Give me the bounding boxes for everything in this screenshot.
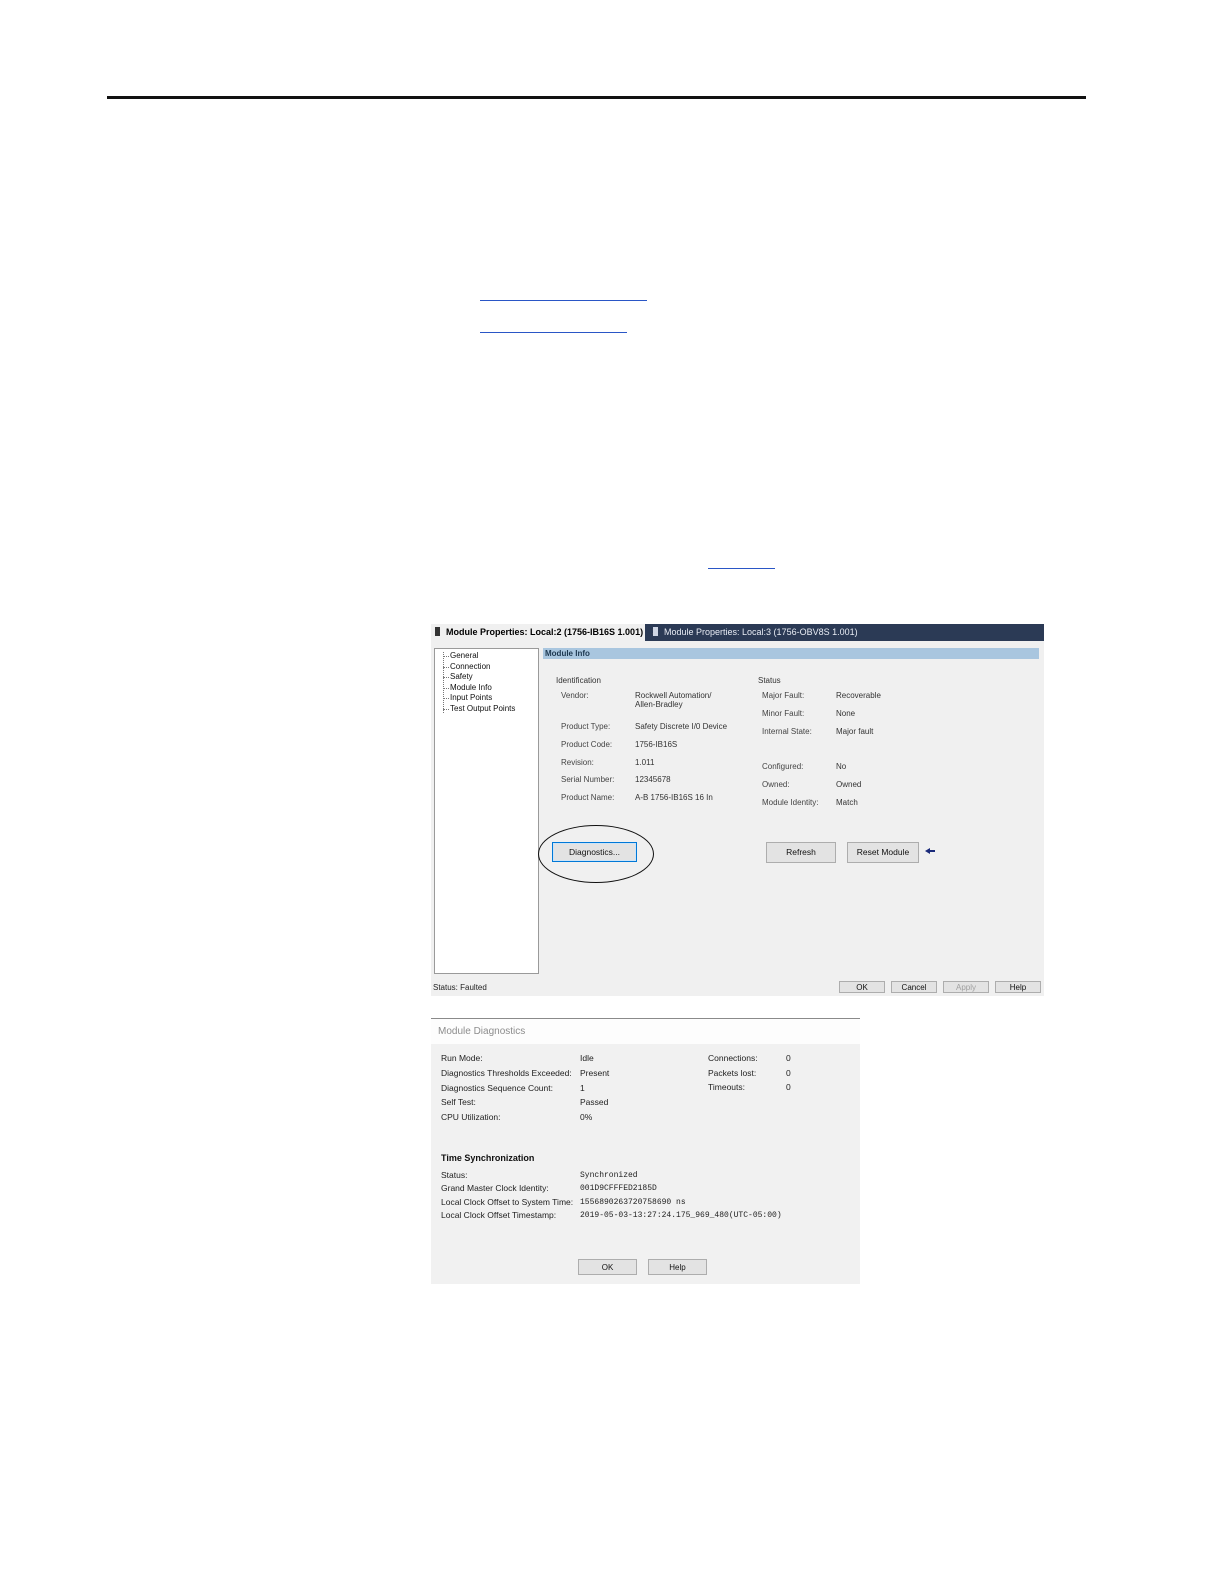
tree-item-safety[interactable]: Safety: [435, 672, 538, 683]
run-mode-value: Idle: [580, 1053, 594, 1063]
apply-button[interactable]: Apply: [943, 981, 989, 993]
revision-value: 1.011: [635, 758, 655, 767]
identification-title: Identification: [556, 676, 601, 685]
tree-item-input-points[interactable]: Input Points: [435, 693, 538, 704]
packets-lost-label: Packets lost:: [708, 1068, 757, 1078]
tree-item-module-info[interactable]: Module Info: [435, 683, 538, 694]
local-clock-offset-timestamp-value: 2019-05-03-13:27:24.175_969_480(UTC-05:0…: [580, 1211, 782, 1220]
module-diagnostics-dialog: Module Diagnostics Run Mode: Idle Diagno…: [431, 1018, 860, 1284]
diagnostics-ok-button[interactable]: OK: [578, 1259, 637, 1275]
module-icon: [653, 627, 658, 636]
tab-bar: Module Properties: Local:2 (1756-IB16S 1…: [431, 624, 1044, 641]
timeouts-value: 0: [786, 1082, 791, 1092]
sync-status-value: Synchronized: [580, 1171, 638, 1180]
product-type-value: Safety Discrete I/0 Device: [635, 722, 728, 731]
document-link-underline[interactable]: [480, 300, 647, 301]
tab-module-properties-local2[interactable]: Module Properties: Local:2 (1756-IB16S 1…: [431, 624, 659, 641]
document-link-underline[interactable]: [480, 332, 627, 333]
module-identity-value: Match: [836, 798, 858, 807]
refresh-button[interactable]: Refresh: [766, 842, 836, 863]
self-test-value: Passed: [580, 1097, 609, 1107]
timeouts-label: Timeouts:: [708, 1082, 746, 1092]
major-fault-label: Major Fault:: [762, 691, 805, 700]
owned-label: Owned:: [762, 780, 790, 789]
local-clock-offset-timestamp-label: Local Clock Offset Timestamp:: [441, 1210, 557, 1220]
minor-fault-value: None: [836, 709, 856, 718]
serial-number-value: 12345678: [635, 775, 671, 784]
vendor-value: Rockwell Automation/: [635, 691, 712, 700]
diagnostics-sequence-count-value: 1: [580, 1083, 585, 1093]
local-clock-offset-label: Local Clock Offset to System Time:: [441, 1197, 574, 1207]
tab-label: Module Properties: Local:3 (1756-OBV8S 1…: [664, 627, 858, 637]
section-header: Module Info: [543, 648, 1039, 659]
cancel-button[interactable]: Cancel: [891, 981, 937, 993]
cpu-utilization-label: CPU Utilization:: [441, 1112, 501, 1122]
major-fault-value: Recoverable: [836, 691, 881, 700]
sync-status-label: Status:: [441, 1170, 468, 1180]
tree-item-test-output-points[interactable]: Test Output Points: [435, 704, 538, 715]
reset-module-button[interactable]: Reset Module: [847, 842, 919, 863]
connections-value: 0: [786, 1053, 791, 1063]
status-title: Status: [758, 676, 781, 685]
help-button[interactable]: Help: [995, 981, 1041, 993]
page-header-rule: [107, 96, 1086, 99]
category-tree: General Connection Safety Module Info In…: [434, 648, 539, 974]
status-bar-text: Status: Faulted: [433, 983, 487, 992]
tab-label: Module Properties: Local:2 (1756-IB16S 1…: [446, 627, 644, 637]
diagnostics-sequence-count-label: Diagnostics Sequence Count:: [441, 1083, 553, 1093]
tree-item-connection[interactable]: Connection: [435, 662, 538, 673]
internal-state-value: Major fault: [836, 727, 874, 736]
diagnostics-thresholds-label: Diagnostics Thresholds Exceeded:: [441, 1068, 572, 1078]
vendor-label: Vendor:: [561, 691, 589, 700]
run-mode-label: Run Mode:: [441, 1053, 483, 1063]
configured-label: Configured:: [762, 762, 804, 771]
owned-value: Owned: [836, 780, 862, 789]
arrow-left-icon: [925, 848, 935, 854]
tree-item-general[interactable]: General: [435, 651, 538, 662]
product-type-label: Product Type:: [561, 722, 611, 731]
document-link-underline[interactable]: [708, 568, 775, 569]
serial-number-label: Serial Number:: [561, 775, 615, 784]
diagnostics-thresholds-value: Present: [580, 1068, 610, 1078]
self-test-label: Self Test:: [441, 1097, 476, 1107]
time-synchronization-title: Time Synchronization: [441, 1153, 535, 1163]
local-clock-offset-value: 1556890263720758690 ns: [580, 1198, 686, 1207]
diagnostics-help-button[interactable]: Help: [648, 1259, 707, 1275]
minor-fault-label: Minor Fault:: [762, 709, 805, 718]
dialog-title: Module Diagnostics: [438, 1026, 526, 1037]
grand-master-clock-value: 001D9CFFFED2185D: [580, 1184, 657, 1193]
tab-module-properties-local3[interactable]: Module Properties: Local:3 (1756-OBV8S 1…: [649, 624, 979, 641]
internal-state-label: Internal State:: [762, 727, 812, 736]
grand-master-clock-label: Grand Master Clock Identity:: [441, 1183, 549, 1193]
configured-value: No: [836, 762, 847, 771]
vendor-value-line2: Allen-Bradley: [635, 700, 683, 709]
packets-lost-value: 0: [786, 1068, 791, 1078]
diagnostics-button[interactable]: Diagnostics...: [552, 842, 637, 862]
connections-label: Connections:: [708, 1053, 758, 1063]
revision-label: Revision:: [561, 758, 594, 767]
product-name-value: A-B 1756-IB16S 16 In: [635, 793, 713, 802]
product-code-label: Product Code:: [561, 740, 613, 749]
module-identity-label: Module Identity:: [762, 798, 819, 807]
product-name-label: Product Name:: [561, 793, 615, 802]
cpu-utilization-value: 0%: [580, 1112, 593, 1122]
module-icon: [435, 627, 440, 636]
product-code-value: 1756-IB16S: [635, 740, 678, 749]
module-properties-window: Module Properties: Local:2 (1756-IB16S 1…: [431, 624, 1044, 996]
ok-button[interactable]: OK: [839, 981, 885, 993]
